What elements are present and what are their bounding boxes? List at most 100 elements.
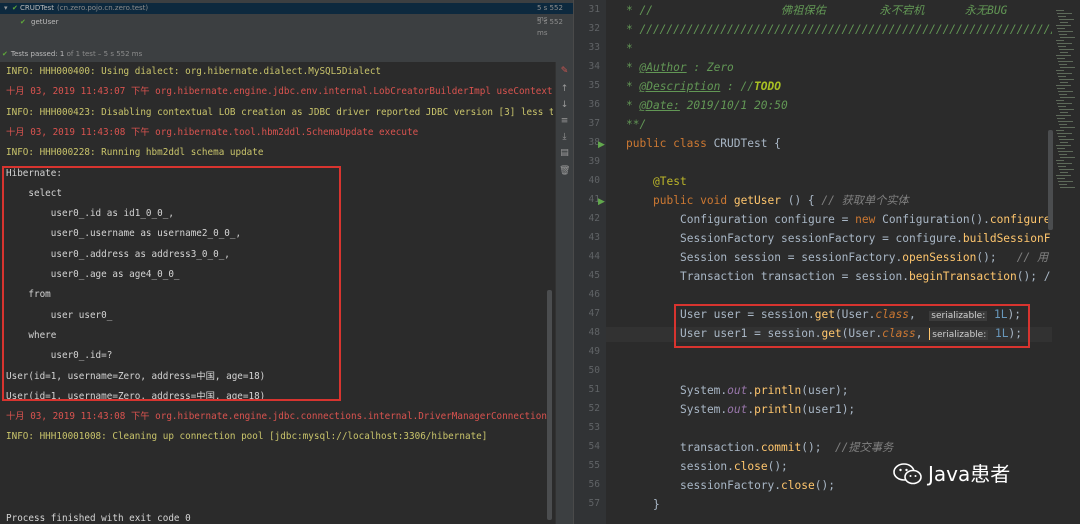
code-editor[interactable]: 31 32 33 34 35 36 37 38 39 40 41 42 43 44 45 46 47 48 49 50…: [573, 0, 1080, 524]
watermark-text: Java患者: [928, 462, 1011, 486]
minimap-line: [1059, 169, 1074, 170]
wechat-icon: [893, 463, 922, 485]
line-number: 36: [588, 99, 600, 110]
scroll-to-end-icon[interactable]: ⤓: [559, 132, 570, 143]
minimap-line: [1059, 34, 1067, 35]
console-scrollbar[interactable]: [547, 290, 552, 520]
test-class-label: CRUDTest: [20, 4, 55, 12]
test-class-node[interactable]: ▾ ✔ CRUDTest (cn.zero.pojo.cn.zero.test)…: [0, 3, 573, 23]
minimap-line: [1056, 175, 1071, 176]
code-line-56: sessionFactory.close();: [680, 479, 835, 492]
line-number: 32: [588, 23, 600, 34]
minimap-line: [1056, 160, 1064, 161]
minimap-line: [1060, 52, 1068, 53]
minimap-line: [1060, 22, 1068, 23]
minimap-line: [1058, 76, 1066, 77]
print-icon[interactable]: ▤: [559, 148, 570, 159]
line-number: 35: [588, 80, 600, 91]
minimap-line: [1060, 82, 1068, 83]
minimap-line: [1060, 172, 1068, 173]
minimap-line: [1057, 148, 1065, 149]
line-number: 33: [588, 42, 600, 53]
console-line: INFO: HHH000423: Disabling contextual LO…: [6, 106, 553, 118]
test-method-time: 5 s 552 ms: [537, 18, 563, 37]
code-line-52: System.out.println(user1);: [680, 403, 856, 416]
minimap-line: [1059, 64, 1067, 65]
line-number: 42: [588, 213, 600, 224]
line-number: 53: [588, 422, 600, 433]
minimap-line: [1059, 79, 1074, 80]
minimap-line: [1057, 178, 1065, 179]
console-line: 十月 03, 2019 11:43:08 下午 org.hibernate.to…: [6, 126, 419, 138]
console-line: Process finished with exit code 0: [6, 512, 191, 524]
code-line-36: * @Date: 2019/10/1 20:50: [626, 99, 788, 112]
minimap-line: [1059, 109, 1074, 110]
line-number: 51: [588, 384, 600, 395]
tests-time: – 5 s 552 ms: [95, 50, 143, 58]
line-number: 49: [588, 346, 600, 357]
code-line-54: transaction.commit(); //提交事务: [680, 441, 894, 454]
line-number: 37: [588, 118, 600, 129]
console-line: INFO: HHH000228: Running hbm2ddl schema …: [6, 147, 264, 159]
minimap-line: [1060, 142, 1068, 143]
editor-scrollbar[interactable]: [1048, 130, 1053, 230]
run-tool-window: ▾ ✔ CRUDTest (cn.zero.pojo.cn.zero.test)…: [0, 0, 574, 524]
test-status-bar: ✔ Tests passed: 1 of 1 test – 5 s 552 ms: [0, 47, 573, 62]
code-line-38: public class CRUDTest {: [626, 137, 781, 150]
minimap-line: [1057, 133, 1072, 134]
minimap-line: [1058, 91, 1073, 92]
code-line-43: SessionFactory sessionFactory = configur…: [680, 232, 1051, 245]
test-method-node[interactable]: ✔ getUser 5 s 552 ms: [0, 17, 573, 37]
minimap-line: [1059, 154, 1067, 155]
minimap-line: [1059, 49, 1074, 50]
line-number: 56: [588, 479, 600, 490]
minimap-line: [1058, 121, 1073, 122]
highlight-box-sql: [2, 166, 341, 401]
code-line-55: session.close();: [680, 460, 788, 473]
clear-icon[interactable]: ✎: [559, 66, 570, 77]
console-line: 十月 03, 2019 11:43:08 下午 org.hibernate.en…: [6, 411, 553, 423]
test-class-package: (cn.zero.pojo.cn.zero.test): [57, 4, 149, 12]
minimap-line: [1058, 16, 1066, 17]
code-line-44: Session session = sessionFactory.openSes…: [680, 251, 1049, 264]
code-line-40: @Test: [653, 175, 687, 188]
collapse-arrow-icon[interactable]: ▾: [4, 3, 8, 14]
code-line-34: * @Author : Zero: [626, 61, 734, 74]
minimap-line: [1060, 127, 1075, 128]
code-line-42: Configuration configure = new Configurat…: [680, 213, 1051, 226]
line-number-gutter[interactable]: 31 32 33 34 35 36 37 38 39 40 41 42 43 44 45 46 47 48 49 50…: [574, 0, 606, 524]
minimap-line: [1058, 181, 1073, 182]
minimap-line: [1058, 61, 1073, 62]
minimap-line: [1057, 28, 1065, 29]
line-number: 57: [588, 498, 600, 509]
line-number: 44: [588, 251, 600, 262]
code-line-45: Transaction transaction = session.beginT…: [680, 270, 1051, 283]
highlight-box-code: [674, 304, 1030, 348]
console-line: 十月 03, 2019 11:43:07 下午 org.hibernate.en…: [6, 86, 553, 98]
check-icon: ✔: [20, 18, 26, 26]
minimap-line: [1058, 151, 1073, 152]
minimap-line: [1057, 88, 1065, 89]
minimap-line: [1060, 37, 1075, 38]
minimap-line: [1057, 13, 1072, 14]
line-number: 48: [588, 327, 600, 338]
minimap-line: [1056, 40, 1064, 41]
soft-wrap-icon[interactable]: ≡: [559, 116, 570, 127]
console-line: INFO: HHH10001008: Cleaning up connectio…: [6, 431, 488, 443]
up-arrow-icon[interactable]: ↑: [559, 84, 570, 95]
minimap-line: [1057, 103, 1072, 104]
minimap-line: [1060, 67, 1075, 68]
run-class-icon[interactable]: ▶: [598, 140, 605, 150]
minimap-line: [1058, 106, 1066, 107]
minimap-line: [1058, 46, 1066, 47]
down-arrow-icon[interactable]: ↓: [559, 100, 570, 111]
minimap[interactable]: [1052, 0, 1080, 524]
code-line-33: *: [626, 42, 633, 55]
minimap-line: [1060, 187, 1075, 188]
minimap-line: [1058, 136, 1066, 137]
code-line-32: * //////////////////////////////////////…: [626, 23, 1080, 36]
delete-icon[interactable]: 🗑: [559, 166, 570, 177]
minimap-line: [1056, 25, 1071, 26]
run-test-icon[interactable]: ▶: [598, 197, 605, 207]
line-number: 34: [588, 61, 600, 72]
